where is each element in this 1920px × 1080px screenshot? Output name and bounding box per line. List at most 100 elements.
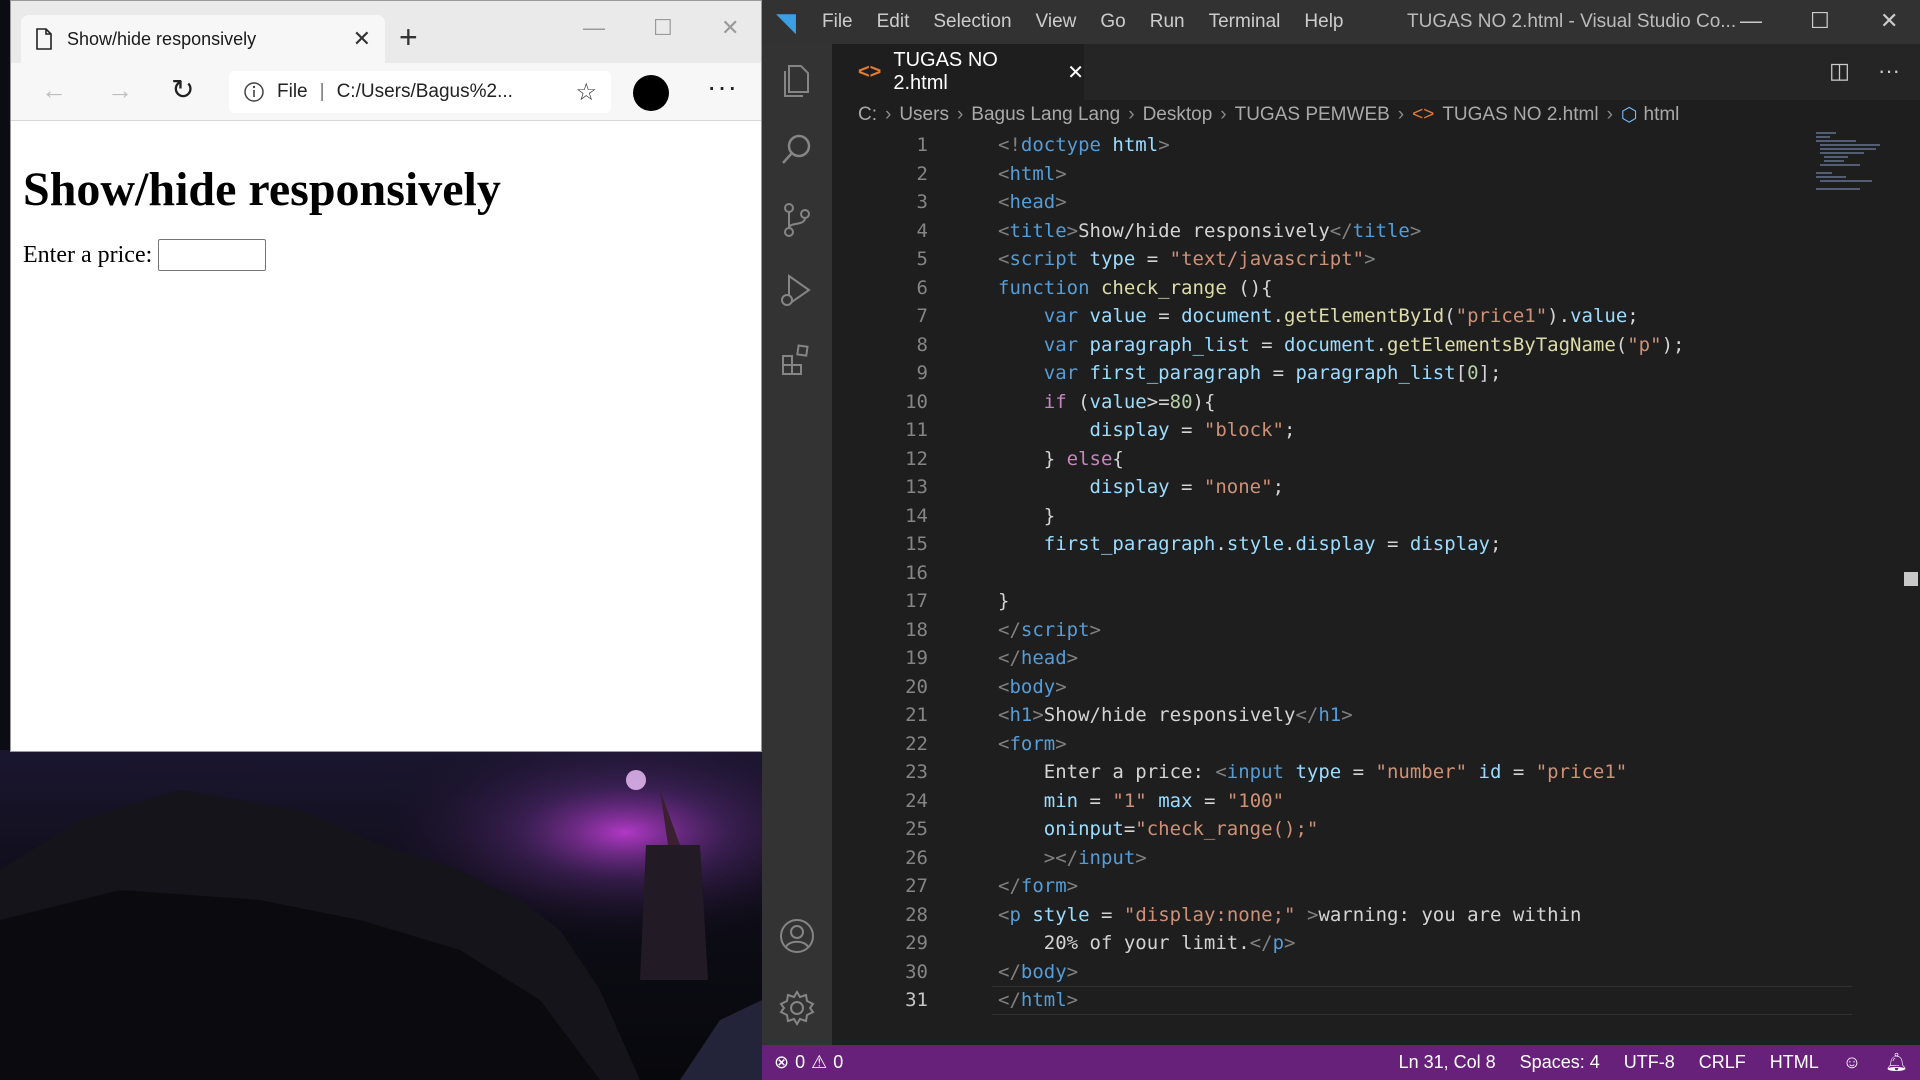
close-window-button[interactable]: ✕ [1880, 8, 1898, 34]
menu-item-file[interactable]: File [810, 11, 865, 33]
menu-item-selection[interactable]: Selection [921, 11, 1023, 33]
search-icon[interactable] [777, 130, 817, 170]
code-line[interactable]: 23 Enter a price: <input type = "number"… [832, 758, 1892, 787]
breadcrumb-item[interactable]: TUGAS PEMWEB [1235, 104, 1390, 126]
code-line[interactable]: 17} [832, 587, 1892, 616]
back-arrow-icon[interactable]: ← [41, 75, 67, 106]
code-token: > [1055, 675, 1067, 698]
vscode-titlebar: ◥ File Edit Selection View Go Run Terminal Help… [762, 0, 1920, 44]
code-token: ); [1661, 333, 1685, 356]
code-line[interactable]: 1 <!doctype html> [832, 131, 1892, 160]
code-token: . [1375, 333, 1387, 356]
code-line[interactable]: 19 </head> [832, 644, 1892, 673]
code-line[interactable]: 20 <body> [832, 673, 1892, 702]
breadcrumb-item[interactable]: C: [858, 104, 877, 126]
code-line[interactable]: 28 <p style = "display:none;" >warning: y… [832, 901, 1892, 930]
info-icon[interactable] [243, 81, 265, 103]
menu-item-help[interactable]: Help [1292, 11, 1355, 33]
menu-item-run[interactable]: Run [1138, 11, 1197, 33]
code-line[interactable]: 15 first_paragraph.style.display = displ… [832, 530, 1892, 559]
settings-gear-icon[interactable] [777, 988, 817, 1028]
close-tab-icon[interactable]: ✕ [1067, 60, 1084, 85]
address-bar[interactable]: File | C:/Users/Bagus%2... ☆ [229, 71, 611, 113]
forward-arrow-icon[interactable]: → [107, 75, 133, 106]
more-actions-icon[interactable]: ··· [1878, 58, 1900, 83]
code-token: ]; [1478, 362, 1502, 384]
favorite-star-icon[interactable]: ☆ [575, 78, 597, 107]
maximize-button[interactable]: ☐ [653, 15, 673, 41]
code-token: form [1020, 875, 1067, 897]
code-line[interactable]: 12 } else{ [832, 445, 1892, 474]
menu-item-view[interactable]: View [1024, 11, 1089, 33]
scrollbar-thumb[interactable] [1904, 572, 1918, 586]
line-endings[interactable]: CRLF [1687, 1052, 1758, 1073]
split-editor-icon[interactable]: ◫ [1829, 58, 1850, 83]
breadcrumb-item[interactable]: TUGAS NO 2.html [1442, 104, 1598, 126]
code-text: display = "none"; [998, 473, 1285, 502]
code-line[interactable]: 18 </script> [832, 616, 1892, 645]
avatar[interactable] [633, 75, 669, 111]
new-tab-button[interactable]: + [399, 21, 418, 53]
code-token: 0 [1467, 362, 1479, 384]
code-line[interactable]: 22 <form> [832, 730, 1892, 759]
more-icon[interactable]: ··· [707, 71, 738, 103]
code-line[interactable]: 25 oninput="check_range();" [832, 815, 1892, 844]
bell-icon[interactable]: 🔔︎ [1873, 1052, 1920, 1073]
code-line[interactable]: 4 <title>Show/hide responsively</title> [832, 217, 1892, 246]
minimap[interactable] [1816, 130, 1896, 194]
breadcrumb-item[interactable]: html [1644, 104, 1680, 126]
code-text: <p style = "display:none;" >warning: you… [998, 901, 1582, 930]
breadcrumb-item[interactable]: Bagus Lang Lang [971, 104, 1120, 126]
code-line[interactable]: 7 var value = document.getElementById("p… [832, 302, 1892, 331]
code-token: type [1295, 761, 1342, 783]
close-tab-icon[interactable]: ✕ [353, 26, 371, 52]
code-line[interactable]: 30 </body> [832, 958, 1892, 987]
feedback-icon[interactable]: ☺ [1831, 1052, 1873, 1073]
code-line[interactable]: 10 if (value>=80){ [832, 388, 1892, 417]
editor-tab[interactable]: <> TUGAS NO 2.html ✕ [832, 44, 1084, 100]
run-debug-icon[interactable] [777, 270, 817, 310]
reload-icon[interactable]: ↻ [171, 73, 194, 106]
close-window-button[interactable]: ✕ [721, 15, 739, 41]
cursor-position[interactable]: Ln 31, Col 8 [1387, 1052, 1508, 1073]
code-line[interactable]: 21 <h1>Show/hide responsively</h1> [832, 701, 1892, 730]
breadcrumb-item[interactable]: Users [899, 104, 949, 126]
code-line[interactable]: 11 display = "block"; [832, 416, 1892, 445]
extensions-icon[interactable] [777, 340, 817, 380]
price-input[interactable] [158, 239, 267, 271]
code-line[interactable]: 26 ></input> [832, 844, 1892, 873]
breadcrumb-item[interactable]: Desktop [1143, 104, 1213, 126]
code-line[interactable]: 16 [832, 559, 1892, 588]
code-line[interactable]: 14 } [832, 502, 1892, 531]
code-token: < [998, 903, 1010, 926]
menu-item-go[interactable]: Go [1088, 11, 1137, 33]
minimize-button[interactable]: — [1740, 8, 1762, 34]
code-line[interactable]: 8 var paragraph_list = document.getEleme… [832, 331, 1892, 360]
explorer-icon[interactable] [777, 60, 817, 100]
indentation[interactable]: Spaces: 4 [1508, 1052, 1612, 1073]
account-icon[interactable] [777, 916, 817, 956]
minimize-button[interactable]: — [583, 15, 605, 41]
code-text: </form> [998, 872, 1078, 901]
code-line[interactable]: 2 <html> [832, 160, 1892, 189]
browser-tab[interactable]: Show/hide responsively ✕ [21, 15, 385, 63]
maximize-button[interactable]: ☐ [1810, 8, 1830, 34]
menu-item-terminal[interactable]: Terminal [1197, 11, 1293, 33]
menu-item-edit[interactable]: Edit [865, 11, 922, 33]
language-mode[interactable]: HTML [1758, 1052, 1831, 1073]
code-token: "price1" [1535, 761, 1628, 783]
encoding[interactable]: UTF-8 [1612, 1052, 1687, 1073]
source-control-icon[interactable] [777, 200, 817, 240]
code-line[interactable]: 9 var first_paragraph = paragraph_list[0… [832, 359, 1892, 388]
code-line[interactable]: 6 function check_range (){ [832, 274, 1892, 303]
code-line[interactable]: 5 <script type = "text/javascript"> [832, 245, 1892, 274]
code-line[interactable]: 24 min = "1" max = "100" [832, 787, 1892, 816]
code-line[interactable]: 3 <head> [832, 188, 1892, 217]
problems-indicator[interactable]: ⊗ 0 ⚠ 0 [762, 1052, 855, 1073]
code-line[interactable]: 27 </form> [832, 872, 1892, 901]
code-line[interactable]: 13 display = "none"; [832, 473, 1892, 502]
code-editor[interactable]: 1 <!doctype html> 2 <html> 3 <head> 4 <title>Sh… [832, 131, 1892, 1021]
code-line[interactable]: 31 </html> [832, 986, 1892, 1015]
code-line[interactable]: 29 20% of your limit.</p> [832, 929, 1892, 958]
